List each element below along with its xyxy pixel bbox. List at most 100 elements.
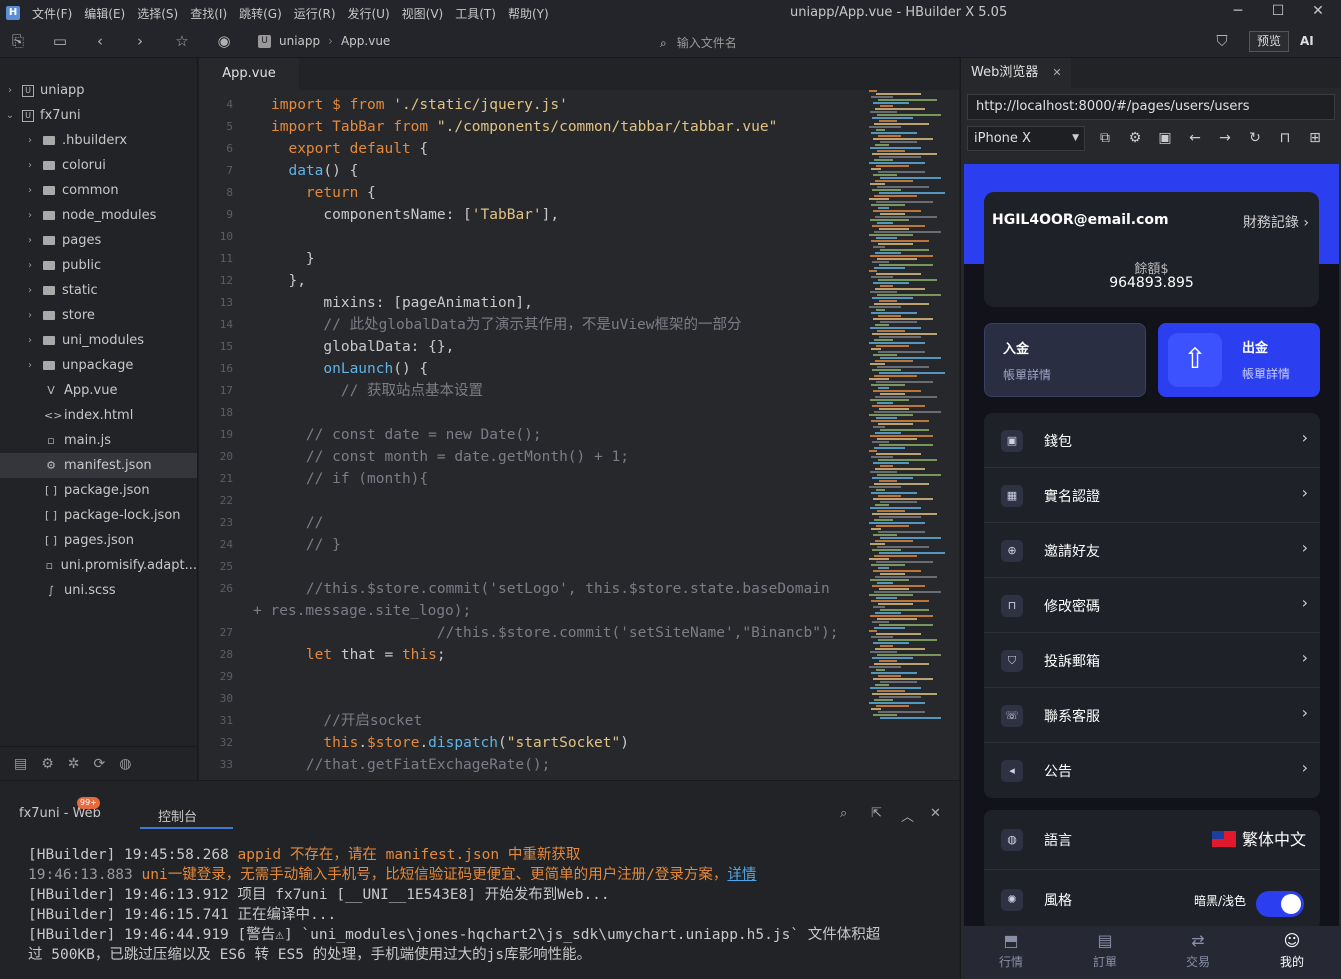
withdraw-card[interactable]: ⇧ 出金 帳單詳情 — [1158, 323, 1320, 397]
tree-item[interactable]: › .hbuilderx — [0, 128, 197, 153]
maximize-icon[interactable]: ☐ — [1268, 3, 1288, 19]
tree-item[interactable]: › colorui — [0, 153, 197, 178]
breadcrumb-file[interactable]: App.vue — [341, 34, 390, 48]
menu-help[interactable]: 帮助(Y) — [508, 5, 549, 22]
code-line[interactable]: 33 //that.getFiatExchageRate(); — [199, 754, 859, 776]
menu-row[interactable]: ☏ 聯系客服 › — [984, 688, 1320, 743]
code-line[interactable]: 32 this.$store.dispatch("startSocket") — [199, 732, 859, 754]
tree-item[interactable]: ▫ uni.promisify.adapt... — [0, 553, 197, 578]
code-line[interactable]: 6 export default { — [199, 138, 859, 160]
close-window-icon[interactable]: ✕ — [1308, 3, 1328, 19]
tree-item[interactable]: › store — [0, 303, 197, 328]
browser-tab[interactable]: Web浏览器 ✕ — [961, 58, 1071, 88]
code-line[interactable]: 18 — [199, 402, 859, 424]
code-line[interactable]: 24 // } — [199, 534, 859, 556]
chevron-right-icon[interactable]: › — [24, 310, 36, 321]
chevron-right-icon[interactable]: › — [24, 260, 36, 271]
code-line[interactable]: 14 // 此处globalData为了演示其作用，不是uView框架的一部分 — [199, 314, 859, 336]
menu-row[interactable]: ▦ 實名認證 › — [984, 468, 1320, 523]
file-search-input[interactable]: ⌕ 输入文件名 — [660, 34, 737, 51]
code-line[interactable]: + res.message.site_logo); — [199, 600, 859, 622]
run-icon[interactable]: ◉ — [214, 32, 234, 50]
tree-item[interactable]: › Uuniapp — [0, 78, 197, 103]
menu-edit[interactable]: 编辑(E) — [84, 5, 125, 22]
chevron-down-icon[interactable]: ⌄ — [4, 110, 16, 121]
menu-run[interactable]: 运行(R) — [294, 5, 336, 22]
chevron-right-icon[interactable]: › — [24, 135, 36, 146]
chevron-right-icon[interactable]: › — [24, 185, 36, 196]
back-icon[interactable]: ‹ — [90, 32, 110, 50]
menu-publish[interactable]: 发行(U) — [348, 5, 390, 22]
new-file-icon[interactable]: ⎘ — [8, 32, 28, 50]
code-line[interactable]: 19 // const date = new Date(); — [199, 424, 859, 446]
plugin-icon[interactable]: ⚙ — [41, 756, 54, 772]
clear-console-icon[interactable]: ✕ — [930, 806, 941, 821]
menu-file[interactable]: 文件(F) — [32, 5, 72, 22]
menu-row[interactable]: ⊕ 邀請好友 › — [984, 523, 1320, 578]
code-line[interactable]: 21 // if (month){ — [199, 468, 859, 490]
url-input[interactable]: http://localhost:8000/#/pages/users/user… — [967, 94, 1335, 120]
debug-icon[interactable]: ✲ — [68, 756, 80, 772]
deposit-card[interactable]: 入金 帳單詳情 — [984, 323, 1146, 397]
code-line[interactable]: 25 — [199, 556, 859, 578]
financial-record-link[interactable]: 財務記錄 › — [1243, 212, 1309, 232]
chevron-right-icon[interactable]: › — [24, 285, 36, 296]
filter-icon[interactable]: ⛉ — [1212, 32, 1232, 50]
code-line[interactable]: 5 import TabBar from "./components/common… — [199, 116, 859, 138]
tree-item[interactable]: › uni_modules — [0, 328, 197, 353]
code-line[interactable]: 26 //this.$store.commit('setLogo', this.… — [199, 578, 859, 600]
tab-trade[interactable]: ⇄ 交易 — [1163, 929, 1233, 970]
open-external-icon[interactable]: ⧉ — [1097, 130, 1113, 146]
tab-orders[interactable]: ▤ 訂單 — [1070, 929, 1140, 970]
collapse-panel-icon[interactable]: ︿ — [901, 806, 914, 825]
tab-mine[interactable]: ☺ 我的 — [1257, 929, 1327, 970]
tree-item[interactable]: [ ] package.json — [0, 478, 197, 503]
code-line[interactable]: 23 // — [199, 512, 859, 534]
breadcrumb-project[interactable]: uniapp — [279, 34, 320, 48]
menu-find[interactable]: 查找(I) — [190, 5, 227, 22]
code-line[interactable]: 31 //开启socket — [199, 710, 859, 732]
code-line[interactable]: 9 componentsName: ['TabBar'], — [199, 204, 859, 226]
forward-icon[interactable]: › — [130, 32, 150, 50]
code-line[interactable]: 29 — [199, 666, 859, 688]
code-line[interactable]: 28 let that = this; — [199, 644, 859, 666]
tree-item[interactable]: ∫ uni.scss — [0, 578, 197, 603]
tree-item[interactable]: › node_modules — [0, 203, 197, 228]
preview-button[interactable]: 预览 — [1249, 31, 1289, 52]
tree-item[interactable]: V App.vue — [0, 378, 197, 403]
code-line[interactable]: 7 data() { — [199, 160, 859, 182]
code-line[interactable]: 4 import $ from './static/jquery.js' — [199, 94, 859, 116]
menu-tools[interactable]: 工具(T) — [455, 5, 496, 22]
menu-goto[interactable]: 跳转(G) — [239, 5, 282, 22]
chevron-right-icon[interactable]: › — [24, 160, 36, 171]
refresh-icon[interactable]: ↻ — [1247, 130, 1263, 146]
menu-view[interactable]: 视图(V) — [402, 5, 444, 22]
tree-item[interactable]: › unpackage — [0, 353, 197, 378]
code-line[interactable]: 8 return { — [199, 182, 859, 204]
explorer-icon[interactable]: ▤ — [14, 756, 27, 772]
tree-item[interactable]: ⚙ manifest.json — [0, 453, 197, 478]
search-log-icon[interactable]: ⌕ — [840, 806, 847, 821]
tree-item[interactable]: [ ] pages.json — [0, 528, 197, 553]
details-link[interactable]: 详情 — [727, 867, 756, 883]
code-line[interactable]: 15 globalData: {}, — [199, 336, 859, 358]
code-line[interactable]: 16 onLaunch() { — [199, 358, 859, 380]
code-editor[interactable]: App.vue 4 import $ from './static/jquery.… — [199, 58, 959, 780]
chevron-right-icon[interactable]: › — [4, 85, 16, 96]
tab-market[interactable]: ⬒ 行情 — [976, 929, 1046, 970]
tree-item[interactable]: › static — [0, 278, 197, 303]
theme-toggle[interactable] — [1256, 891, 1304, 917]
code-line[interactable]: 17 // 获取站点基本设置 — [199, 380, 859, 402]
back-arrow-icon[interactable]: ← — [1187, 130, 1203, 146]
chevron-right-icon[interactable]: › — [24, 235, 36, 246]
chevron-right-icon[interactable]: › — [24, 210, 36, 221]
settings-icon[interactable]: ⚙ — [1127, 130, 1143, 146]
code-line[interactable]: 10 — [199, 226, 859, 248]
menu-select[interactable]: 选择(S) — [137, 5, 178, 22]
editor-tab-app-vue[interactable]: App.vue — [199, 58, 299, 90]
tree-item[interactable]: [ ] package-lock.json — [0, 503, 197, 528]
code-line[interactable]: 30 — [199, 688, 859, 710]
close-tab-icon[interactable]: ✕ — [1052, 66, 1061, 79]
tree-item[interactable]: › public — [0, 253, 197, 278]
chevron-right-icon[interactable]: › — [24, 360, 36, 371]
